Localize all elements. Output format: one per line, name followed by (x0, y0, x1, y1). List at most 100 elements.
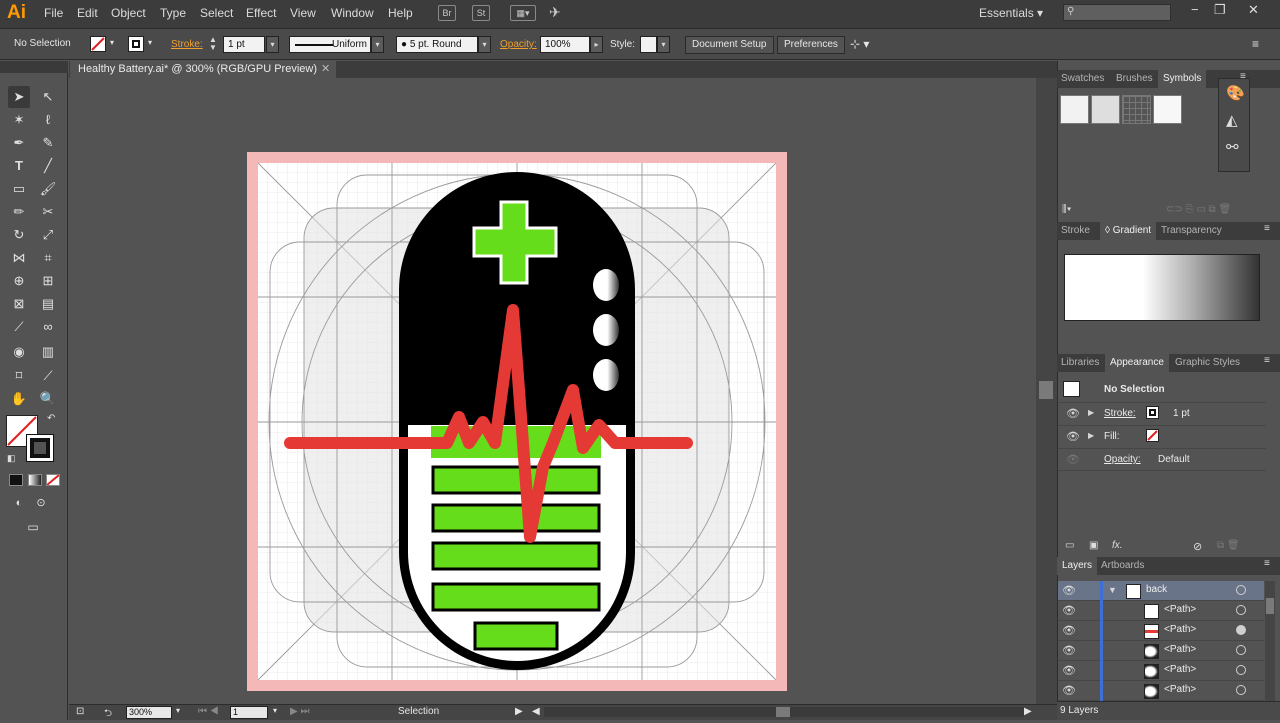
color-mode-icon[interactable] (9, 474, 23, 486)
swap-fill-stroke-icon[interactable]: ↶ (47, 413, 55, 424)
search-input[interactable] (1063, 4, 1171, 21)
stroke-color-swatch[interactable] (1146, 406, 1159, 419)
minimize-icon[interactable]: − (1191, 2, 1199, 17)
document-setup-button[interactable]: Document Setup (685, 36, 774, 54)
symbol-swatch[interactable] (1122, 95, 1151, 124)
layer-row-back[interactable]: 👁 ▼ back (1058, 581, 1264, 601)
menu-type[interactable]: Type (160, 6, 186, 20)
symbol-swatch[interactable] (1153, 95, 1182, 124)
panel-menu-icon[interactable]: ≡ (1264, 223, 1270, 234)
stroke-label[interactable]: Stroke: (171, 39, 203, 50)
gradient-preview[interactable] (1064, 254, 1260, 321)
hscroll-right-icon[interactable]: ▶ (1024, 706, 1032, 717)
tab-transparency[interactable]: Transparency (1161, 222, 1222, 240)
draw-mode-alt-icon[interactable]: ⊙ (30, 492, 52, 514)
hand-tool-icon[interactable]: ✋ (8, 388, 30, 410)
add-new-stroke-icon[interactable]: ▭ (1065, 540, 1074, 551)
style-dropdown[interactable]: ▾ (657, 36, 670, 53)
tab-graphic-styles[interactable]: Graphic Styles (1175, 354, 1240, 372)
symbol-sprayer-tool-icon[interactable]: ◉ (8, 341, 30, 363)
panel-menu-icon[interactable]: ≡ (1264, 558, 1270, 569)
selection-tool-icon[interactable]: ➤ (8, 86, 30, 108)
profile-dropdown[interactable]: ▾ (371, 36, 384, 53)
document-tab[interactable]: Healthy Battery.ai* @ 300% (RGB/GPU Prev… (70, 61, 336, 78)
free-transform-tool-icon[interactable]: ⌗ (37, 247, 59, 269)
layer-row-path[interactable]: 👁 <Path> (1058, 661, 1264, 681)
fill-none-swatch[interactable] (1146, 429, 1159, 442)
mesh-tool-icon[interactable]: ⊠ (8, 293, 30, 315)
vertical-scrollbar-thumb[interactable] (1039, 381, 1053, 399)
layer-row-path[interactable]: 👁 <Path> (1058, 681, 1264, 701)
status-menu-icon[interactable]: ▶ (515, 706, 523, 717)
target-circle-icon[interactable] (1236, 685, 1246, 695)
zoom-field[interactable]: 300% (126, 706, 172, 719)
stroke-swatch[interactable] (128, 36, 144, 52)
scissors-tool-icon[interactable]: ✂ (37, 201, 59, 223)
menu-help[interactable]: Help (388, 6, 413, 20)
status-nav-icon[interactable]: ⊡ (76, 706, 84, 717)
tab-libraries[interactable]: Libraries (1061, 354, 1099, 372)
add-new-fill-icon[interactable]: ▣ (1089, 540, 1098, 551)
pencil-tool-icon[interactable]: ✏ (8, 201, 30, 223)
line-tool-icon[interactable]: ╱ (37, 155, 59, 177)
menu-file[interactable]: File (44, 6, 63, 20)
duplicate-item-icon[interactable]: ⧉ 🗑 (1217, 540, 1240, 551)
layer-row-path[interactable]: 👁 <Path> (1058, 601, 1264, 621)
next-artboard-icon[interactable]: ▶ ⏭ (290, 706, 309, 717)
artboard[interactable] (247, 152, 787, 691)
eyedropper-tool-icon[interactable]: ⟋ (8, 316, 30, 338)
target-circle-icon[interactable] (1236, 665, 1246, 675)
menu-effect[interactable]: Effect (246, 6, 276, 20)
artboard-tool-icon[interactable]: ⌑ (8, 365, 30, 387)
magic-wand-tool-icon[interactable]: ✶ (8, 109, 30, 131)
pen-tool-icon[interactable]: ✒ (8, 132, 30, 154)
horizontal-scrollbar-thumb[interactable] (776, 707, 790, 717)
workspace-switcher[interactable]: Essentials ▾ (979, 6, 1043, 20)
gradient-mode-icon[interactable] (28, 474, 42, 486)
collapse-arrow-icon[interactable]: ▼ (1108, 585, 1117, 595)
symbol-swatch[interactable] (1091, 95, 1120, 124)
type-tool-icon[interactable]: T (8, 155, 30, 177)
control-bar-menu-icon[interactable]: ≡ (1252, 37, 1259, 51)
none-mode-icon[interactable] (46, 474, 60, 486)
lasso-tool-icon[interactable]: ℓ (37, 109, 59, 131)
artboard-number-field[interactable]: 1 (230, 706, 268, 719)
artboard-dropdown-icon[interactable]: ▾ (273, 706, 277, 715)
appearance-row-stroke[interactable]: 👁 ▶ Stroke: 1 pt (1058, 402, 1266, 425)
layer-name[interactable]: <Path> (1164, 624, 1196, 635)
stroke-weight-dropdown[interactable]: ▾ (266, 36, 279, 53)
menu-select[interactable]: Select (200, 6, 233, 20)
target-circle-icon[interactable] (1236, 645, 1246, 655)
hscroll-left-icon[interactable]: ◀ (532, 706, 540, 717)
target-circle-icon[interactable] (1236, 605, 1246, 615)
layer-name[interactable]: <Path> (1164, 684, 1196, 695)
stroke-color-box[interactable] (26, 434, 54, 462)
layer-name[interactable]: <Path> (1164, 644, 1196, 655)
appearance-opacity-label[interactable]: Opacity: (1104, 454, 1141, 465)
layer-row-path[interactable]: 👁 <Path> (1058, 641, 1264, 661)
draw-mode-icon[interactable]: ◐ (8, 492, 30, 514)
paintbrush-tool-icon[interactable]: 🖌 (37, 178, 59, 200)
blend-tool-icon[interactable]: ∞ (37, 316, 59, 338)
clear-appearance-icon[interactable]: ⊘ (1193, 540, 1202, 553)
image-trace-icon[interactable]: ◭ (1226, 111, 1238, 129)
perspective-grid-tool-icon[interactable]: ⊞ (37, 270, 59, 292)
brush-definition[interactable]: ● 5 pt. Round (396, 36, 478, 53)
target-circle-icon[interactable] (1236, 625, 1246, 635)
default-colors-icon[interactable]: ◧ (7, 453, 16, 464)
graphic-style-swatch[interactable] (640, 36, 657, 53)
appearance-row-fill[interactable]: 👁 ▶ Fill: (1058, 425, 1266, 448)
visibility-eye-icon[interactable]: 👁 (1062, 664, 1076, 677)
menu-view[interactable]: View (290, 6, 316, 20)
visibility-eye-icon[interactable]: 👁 (1066, 453, 1080, 466)
visibility-eye-icon[interactable]: 👁 (1066, 407, 1080, 420)
fill-swatch[interactable] (90, 36, 106, 52)
width-tool-icon[interactable]: ⋈ (8, 247, 30, 269)
tab-swatches[interactable]: Swatches (1061, 70, 1104, 88)
tab-appearance[interactable]: Appearance (1105, 354, 1169, 372)
expand-arrow-icon[interactable]: ▶ (1088, 408, 1094, 417)
gpu-performance-icon[interactable]: ✈ (549, 4, 561, 21)
appearance-row-opacity[interactable]: 👁 Opacity: Default (1058, 448, 1266, 471)
expand-arrow-icon[interactable]: ▶ (1088, 431, 1094, 440)
symbol-swatch[interactable] (1060, 95, 1089, 124)
